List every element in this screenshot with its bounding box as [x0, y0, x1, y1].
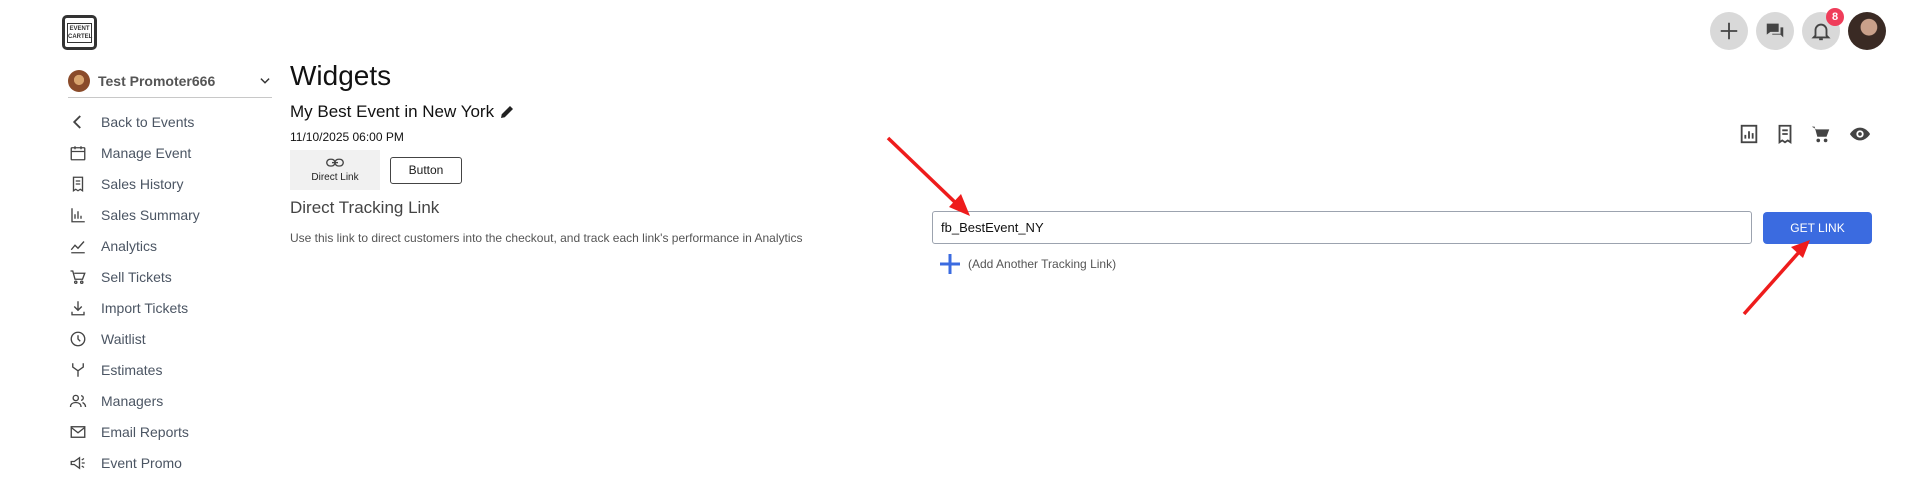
merge-icon [68, 360, 88, 380]
page-title: Widgets [290, 60, 392, 91]
sidebar-item-back-to-events[interactable]: Back to Events [68, 106, 272, 137]
sidebar-item-label: Analytics [101, 237, 158, 254]
sidebar-item-label: Managers [101, 392, 164, 409]
plus-icon [940, 254, 960, 274]
megaphone-icon [68, 453, 88, 473]
event-header: My Best Event in New York [290, 102, 803, 122]
event-utility-icons [1738, 123, 1874, 145]
sidebar-item-label: Waitlist [101, 330, 146, 347]
sidebar-item-sales-summary[interactable]: Sales Summary [68, 199, 272, 230]
receipt-icon [68, 174, 88, 194]
users-icon [68, 391, 88, 411]
sidebar-item-import-tickets[interactable]: Import Tickets [68, 292, 272, 323]
section-title: Direct Tracking Link [290, 198, 440, 217]
arrow-to-input [886, 136, 970, 216]
pencil-icon[interactable] [498, 103, 516, 121]
calendar-icon [68, 143, 88, 163]
sidebar-item-label: Sell Tickets [101, 268, 172, 285]
line-chart-icon [68, 236, 88, 256]
chat-icon [1766, 23, 1784, 38]
add-tracking-link-label: (Add Another Tracking Link) [968, 257, 1117, 271]
header-actions: 8 [1710, 8, 1886, 50]
tab-direct-link[interactable]: Direct Link [290, 150, 380, 190]
chevron-down-icon [260, 77, 270, 84]
sidebar-item-estimates[interactable]: Estimates [68, 354, 272, 385]
notifications-button[interactable]: 8 [1802, 8, 1844, 50]
sidebar-item-label: Event Promo [101, 454, 182, 471]
sidebar-item-label: Sales History [101, 175, 184, 192]
sidebar-item-waitlist[interactable]: Waitlist [68, 323, 272, 354]
sidebar-item-analytics[interactable]: Analytics [68, 230, 272, 261]
chevron-left-icon [68, 112, 88, 132]
sidebar-item-label: Email Reports [101, 423, 189, 440]
avatar[interactable] [1848, 12, 1886, 50]
annotation-arrows [886, 136, 1810, 316]
messages-button[interactable] [1756, 12, 1794, 50]
sidebar-item-manage-event[interactable]: Manage Event [68, 137, 272, 168]
get-link-button[interactable]: GET LINK [1763, 212, 1872, 244]
add-tracking-link-button[interactable]: (Add Another Tracking Link) [938, 252, 1116, 276]
tracking-link-input[interactable] [932, 211, 1752, 244]
promoter-avatar [68, 69, 90, 92]
event-date: 11/10/2025 06:00 PM [290, 130, 404, 144]
bar-chart-icon [68, 205, 88, 225]
tab-button[interactable]: Button [390, 156, 462, 184]
notification-badge: 8 [1826, 8, 1844, 26]
cart-icon [68, 267, 88, 287]
section-description: Use this link to direct customers into t… [290, 231, 803, 245]
cart-icon[interactable] [1810, 123, 1832, 145]
sidebar-item-sell-tickets[interactable]: Sell Tickets [68, 261, 272, 292]
sidebar-nav: Back to Events Manage Event Sales Histor… [68, 106, 272, 478]
widget-tabs: Direct Link Button [290, 150, 803, 190]
event-cartel-logo[interactable]: EVENT CARTEL [62, 15, 97, 50]
logo-text: EVENT CARTEL [67, 22, 92, 43]
promoter-selector[interactable]: Test Promoter666 [68, 69, 272, 98]
sidebar-item-label: Import Tickets [101, 299, 189, 316]
eye-icon[interactable] [1846, 123, 1874, 145]
sidebar-item-label: Sales Summary [101, 206, 200, 223]
receipt-icon[interactable] [1774, 123, 1796, 145]
sidebar-item-label: Back to Events [101, 113, 195, 130]
link-icon [326, 158, 344, 167]
plus-icon [1720, 22, 1738, 40]
clock-icon [68, 329, 88, 349]
create-button[interactable] [1710, 12, 1748, 50]
sidebar-item-managers[interactable]: Managers [68, 385, 272, 416]
report-icon[interactable] [1738, 123, 1760, 145]
sidebar-item-sales-history[interactable]: Sales History [68, 168, 272, 199]
sidebar-item-email-reports[interactable]: Email Reports [68, 416, 272, 447]
mail-icon [68, 422, 88, 442]
event-name: My Best Event in New York [290, 102, 495, 121]
sidebar: Test Promoter666 Back to Events Manage E… [68, 69, 272, 478]
sidebar-item-event-promo[interactable]: Event Promo [68, 447, 272, 478]
sidebar-item-label: Estimates [101, 361, 163, 378]
main-content: Widgets My Best Event in New York 11/10/… [290, 60, 803, 245]
download-icon [68, 298, 88, 318]
promoter-name: Test Promoter666 [98, 72, 216, 89]
arrow-to-get-link [1742, 240, 1810, 316]
sidebar-item-label: Manage Event [101, 144, 192, 161]
tab-direct-link-label: Direct Link [311, 172, 359, 183]
